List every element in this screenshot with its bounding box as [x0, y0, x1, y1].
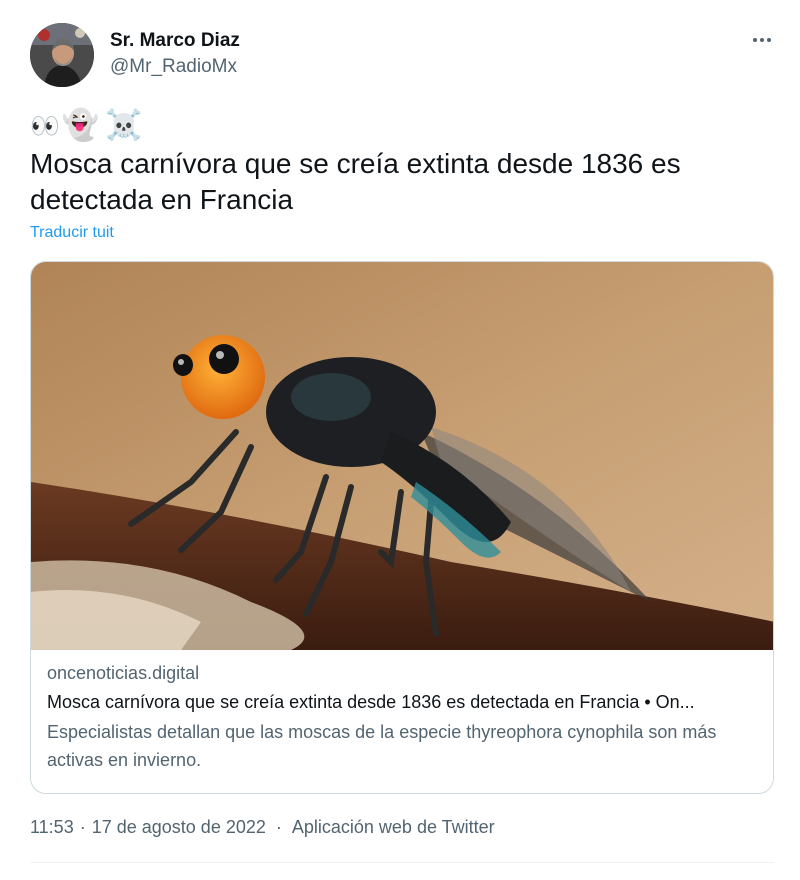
avatar[interactable]: [30, 23, 94, 87]
more-dot: [767, 38, 771, 42]
more-dot: [753, 38, 757, 42]
more-dot: [760, 38, 764, 42]
tweet-emoji-row: 👀 👻 ☠️: [30, 106, 143, 146]
card-description: Especialistas detallan que las moscas de…: [47, 722, 717, 770]
card-title: Mosca carnívora que se creía extinta des…: [47, 692, 695, 712]
tweet-time[interactable]: 11:53: [30, 817, 74, 838]
meta-separator: ·: [275, 817, 282, 837]
tweet-meta: 11:53 · 17 de agosto de 2022 · Aplicació…: [30, 817, 495, 838]
author-display-name[interactable]: Sr. Marco Diaz: [110, 30, 240, 52]
more-horizontal-icon[interactable]: [750, 28, 774, 52]
translate-tweet-link[interactable]: Traducir tuit: [30, 224, 114, 242]
meta-dot: ·: [79, 817, 86, 837]
tweet-source[interactable]: Aplicación web de Twitter: [292, 817, 495, 838]
card-body[interactable]: oncenoticias.digital Mosca carnívora que…: [31, 650, 773, 793]
author-handle[interactable]: @Mr_RadioMx: [110, 56, 237, 78]
tweet: Sr. Marco Diaz @Mr_RadioMx 👀 👻 ☠️ Mosca …: [0, 0, 800, 880]
card-image[interactable]: [31, 262, 773, 650]
link-preview-card[interactable]: oncenoticias.digital Mosca carnívora que…: [30, 261, 774, 794]
eyes-emoji: 👀: [30, 112, 60, 140]
fly-photo: [31, 262, 773, 650]
avatar-photo: [30, 23, 94, 87]
card-domain: oncenoticias.digital: [47, 663, 200, 683]
skull-crossbones-emoji: ☠️: [105, 108, 143, 143]
tweet-date[interactable]: 17 de agosto de 2022: [92, 817, 266, 838]
divider: [30, 862, 774, 863]
tweet-text: Mosca carnívora que se creía extinta des…: [30, 148, 681, 215]
ghost-emoji: 👻: [61, 108, 100, 143]
